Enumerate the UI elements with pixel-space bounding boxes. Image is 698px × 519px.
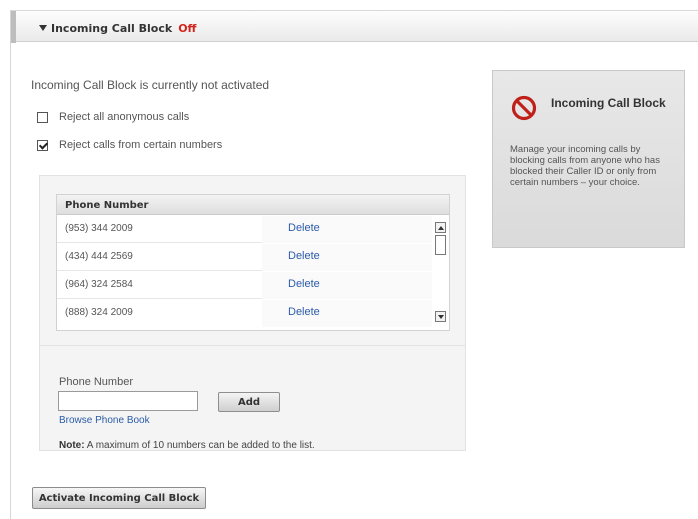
reject-anonymous-checkbox[interactable] bbox=[37, 111, 48, 123]
reject-anonymous-option[interactable]: Reject all anonymous calls bbox=[37, 111, 189, 123]
phone-number-column-header: Phone Number bbox=[57, 195, 449, 215]
reject-anonymous-label: Reject all anonymous calls bbox=[59, 111, 190, 123]
info-box-title: Incoming Call Block bbox=[551, 96, 666, 110]
delete-link[interactable]: Delete bbox=[262, 272, 432, 299]
scrollbar-thumb[interactable] bbox=[435, 235, 446, 255]
delete-link[interactable]: Delete bbox=[262, 216, 432, 243]
collapse-triangle-icon bbox=[39, 25, 47, 31]
phone-number-cell: (953) 344 2009 bbox=[65, 223, 133, 234]
reject-certain-numbers-label: Reject calls from certain numbers bbox=[59, 139, 223, 151]
browse-phone-book-link[interactable]: Browse Phone Book bbox=[59, 415, 150, 426]
reject-certain-numbers-option[interactable]: Reject calls from certain numbers bbox=[37, 139, 222, 151]
phone-number-cell: (434) 444 2569 bbox=[65, 251, 133, 262]
table-row: (434) 444 2569 Delete bbox=[57, 244, 432, 271]
section-header: Incoming Call Block Off bbox=[11, 10, 698, 43]
activation-status-text: Incoming Call Block is currently not act… bbox=[31, 78, 270, 92]
phone-number-input[interactable] bbox=[58, 391, 198, 411]
table-row: (964) 324 2584 Delete bbox=[57, 272, 432, 299]
reject-certain-numbers-checkbox[interactable] bbox=[37, 139, 48, 151]
header-accent-bar bbox=[11, 11, 16, 43]
info-box-description: Manage your incoming calls by blocking c… bbox=[510, 144, 660, 188]
delete-link[interactable]: Delete bbox=[262, 244, 432, 271]
phone-number-field-label: Phone Number bbox=[59, 376, 133, 388]
section-toggle[interactable]: Incoming Call Block Off bbox=[39, 22, 196, 35]
activate-call-block-button[interactable]: Activate Incoming Call Block bbox=[32, 487, 206, 509]
max-numbers-note: Note: A maximum of 10 numbers can be add… bbox=[59, 440, 315, 451]
table-row: (888) 324 2009 Delete bbox=[57, 300, 432, 327]
section-title: Incoming Call Block bbox=[51, 22, 173, 35]
block-icon bbox=[511, 95, 537, 121]
scroll-down-arrow-icon[interactable] bbox=[435, 311, 446, 322]
table-scrollbar[interactable] bbox=[433, 216, 449, 330]
delete-link[interactable]: Delete bbox=[262, 300, 432, 327]
blocked-numbers-panel: Phone Number (953) 344 2009 Delete (434)… bbox=[39, 175, 466, 451]
phone-number-cell: (964) 324 2584 bbox=[65, 279, 133, 290]
scroll-up-arrow-icon[interactable] bbox=[435, 222, 446, 233]
note-label: Note: bbox=[59, 440, 85, 451]
call-block-page: Incoming Call Block Off Incoming Call Blo… bbox=[10, 10, 698, 519]
phone-number-cell: (888) 324 2009 bbox=[65, 307, 133, 318]
panel-divider bbox=[40, 345, 465, 346]
info-box: Incoming Call Block Manage your incoming… bbox=[492, 70, 685, 248]
add-number-button[interactable]: Add bbox=[218, 392, 280, 412]
blocked-numbers-table: Phone Number (953) 344 2009 Delete (434)… bbox=[56, 194, 450, 331]
note-text: A maximum of 10 numbers can be added to … bbox=[86, 440, 315, 451]
table-row: (953) 344 2009 Delete bbox=[57, 216, 432, 243]
status-badge: Off bbox=[178, 22, 197, 35]
